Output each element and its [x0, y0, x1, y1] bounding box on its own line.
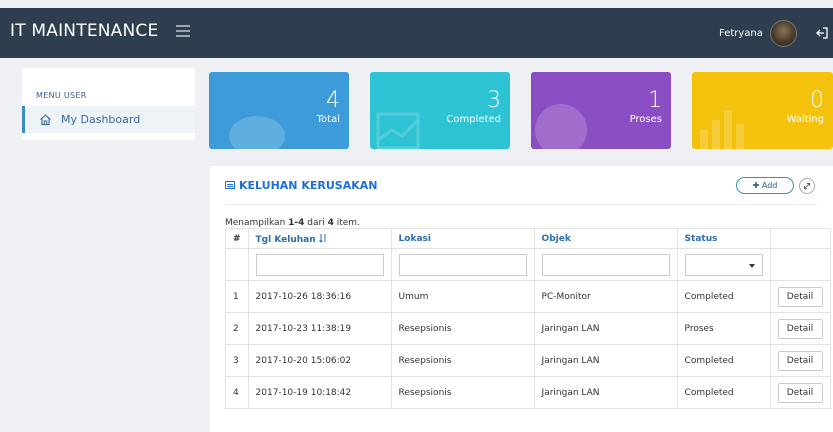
add-button[interactable]: ✚ Add — [736, 177, 794, 194]
avatar[interactable] — [770, 20, 797, 47]
panel-title-text: KELUHAN KERUSAKAN — [239, 179, 378, 192]
detail-button[interactable]: Detail — [777, 350, 823, 371]
filter-row — [225, 248, 831, 281]
cell-lokasi: Umum — [390, 280, 535, 313]
column-header-number: # — [225, 228, 249, 249]
table-row: 4 2017-10-19 10:18:42 Resepsionis Jaring… — [225, 376, 831, 409]
detail-button[interactable]: Detail — [777, 286, 823, 307]
sidebar-item-label: My Dashboard — [61, 113, 141, 126]
table-row: 1 2017-10-26 18:36:16 Umum PC-Monitor Co… — [225, 280, 831, 313]
complaints-panel: KELUHAN KERUSAKAN ✚ Add Menampilkan 1-4 … — [210, 166, 833, 432]
expand-icon[interactable] — [799, 178, 815, 194]
filter-lokasi-input[interactable] — [398, 253, 527, 276]
cell-lokasi: Resepsionis — [390, 376, 535, 409]
column-header-lokasi[interactable]: Lokasi — [390, 228, 535, 249]
row-number: 2 — [225, 312, 249, 345]
stat-value: 4 — [326, 88, 340, 113]
filter-status-select[interactable] — [684, 253, 763, 276]
user-name[interactable]: Fetryana — [719, 28, 763, 39]
sidebar-heading: MENU USER — [36, 91, 87, 100]
filter-tgl-keluhan-input[interactable] — [255, 253, 384, 276]
cell-status: Proses — [676, 312, 771, 345]
sidebar-item-my-dashboard[interactable]: My Dashboard — [22, 106, 195, 133]
column-header-action — [769, 228, 831, 249]
cell-lokasi: Resepsionis — [390, 312, 535, 345]
column-header-status[interactable]: Status — [676, 228, 771, 249]
menu-toggle-icon[interactable] — [176, 25, 190, 40]
panel-title: KELUHAN KERUSAKAN — [225, 179, 377, 192]
plus-icon: ✚ — [752, 181, 760, 190]
app-title[interactable]: IT MAINTENANCE — [10, 21, 158, 41]
globe-icon — [535, 104, 587, 149]
table-row: 3 2017-10-20 15:06:02 Resepsionis Jaring… — [225, 344, 831, 377]
row-number: 1 — [225, 280, 249, 313]
table-row: 2 2017-10-23 11:38:19 Resepsionis Jaring… — [225, 312, 831, 345]
row-number: 3 — [225, 344, 249, 377]
stat-value: 3 — [487, 88, 501, 113]
stat-box-proses[interactable]: 1 Proses — [531, 72, 671, 149]
cell-objek: Jaringan LAN — [533, 376, 678, 409]
comment-icon — [225, 181, 235, 189]
cell-status: Completed — [676, 344, 771, 377]
divider — [225, 204, 817, 205]
stat-label: Proses — [629, 114, 662, 125]
column-header-tgl-keluhan[interactable]: Tgl Keluhan — [247, 228, 392, 249]
cell-objek: Jaringan LAN — [533, 344, 678, 377]
detail-button[interactable]: Detail — [777, 382, 823, 403]
column-header-objek[interactable]: Objek — [533, 228, 678, 249]
chart-icon — [376, 112, 420, 149]
filter-objek-input[interactable] — [541, 253, 670, 276]
row-number: 4 — [225, 376, 249, 409]
cell-tgl: 2017-10-23 11:38:19 — [247, 312, 392, 345]
stat-value: 0 — [810, 88, 824, 113]
sidebar: MENU USER My Dashboard — [22, 68, 195, 140]
cell-status: Completed — [676, 376, 771, 409]
cell-objek: Jaringan LAN — [533, 312, 678, 345]
bar-chart-icon — [700, 110, 744, 149]
cell-status: Completed — [676, 280, 771, 313]
stat-label: Total — [316, 114, 340, 125]
pie-chart-icon — [229, 116, 285, 149]
cell-tgl: 2017-10-20 15:06:02 — [247, 344, 392, 377]
stat-label: Completed — [446, 114, 501, 125]
stat-label: Waiting — [786, 114, 824, 125]
home-icon — [40, 114, 51, 126]
stat-value: 1 — [648, 88, 662, 113]
cell-objek: PC-Monitor — [533, 280, 678, 313]
complaints-table: # Tgl Keluhan Lokasi Objek Status 1 2017… — [225, 228, 831, 409]
top-navbar: IT MAINTENANCE Fetryana — [0, 8, 833, 58]
stat-box-waiting[interactable]: 0 Waiting — [692, 72, 833, 149]
cell-tgl: 2017-10-19 10:18:42 — [247, 376, 392, 409]
logout-icon[interactable] — [815, 26, 829, 40]
detail-button[interactable]: Detail — [777, 318, 823, 339]
stat-box-completed[interactable]: 3 Completed — [370, 72, 510, 149]
cell-lokasi: Resepsionis — [390, 344, 535, 377]
add-button-label: Add — [761, 181, 778, 190]
table-header-row: # Tgl Keluhan Lokasi Objek Status — [225, 228, 831, 249]
sort-icon[interactable] — [318, 233, 327, 243]
cell-tgl: 2017-10-26 18:36:16 — [247, 280, 392, 313]
stat-box-total[interactable]: 4 Total — [209, 72, 349, 149]
summary-text: Menampilkan 1-4 dari 4 item. — [225, 218, 360, 228]
